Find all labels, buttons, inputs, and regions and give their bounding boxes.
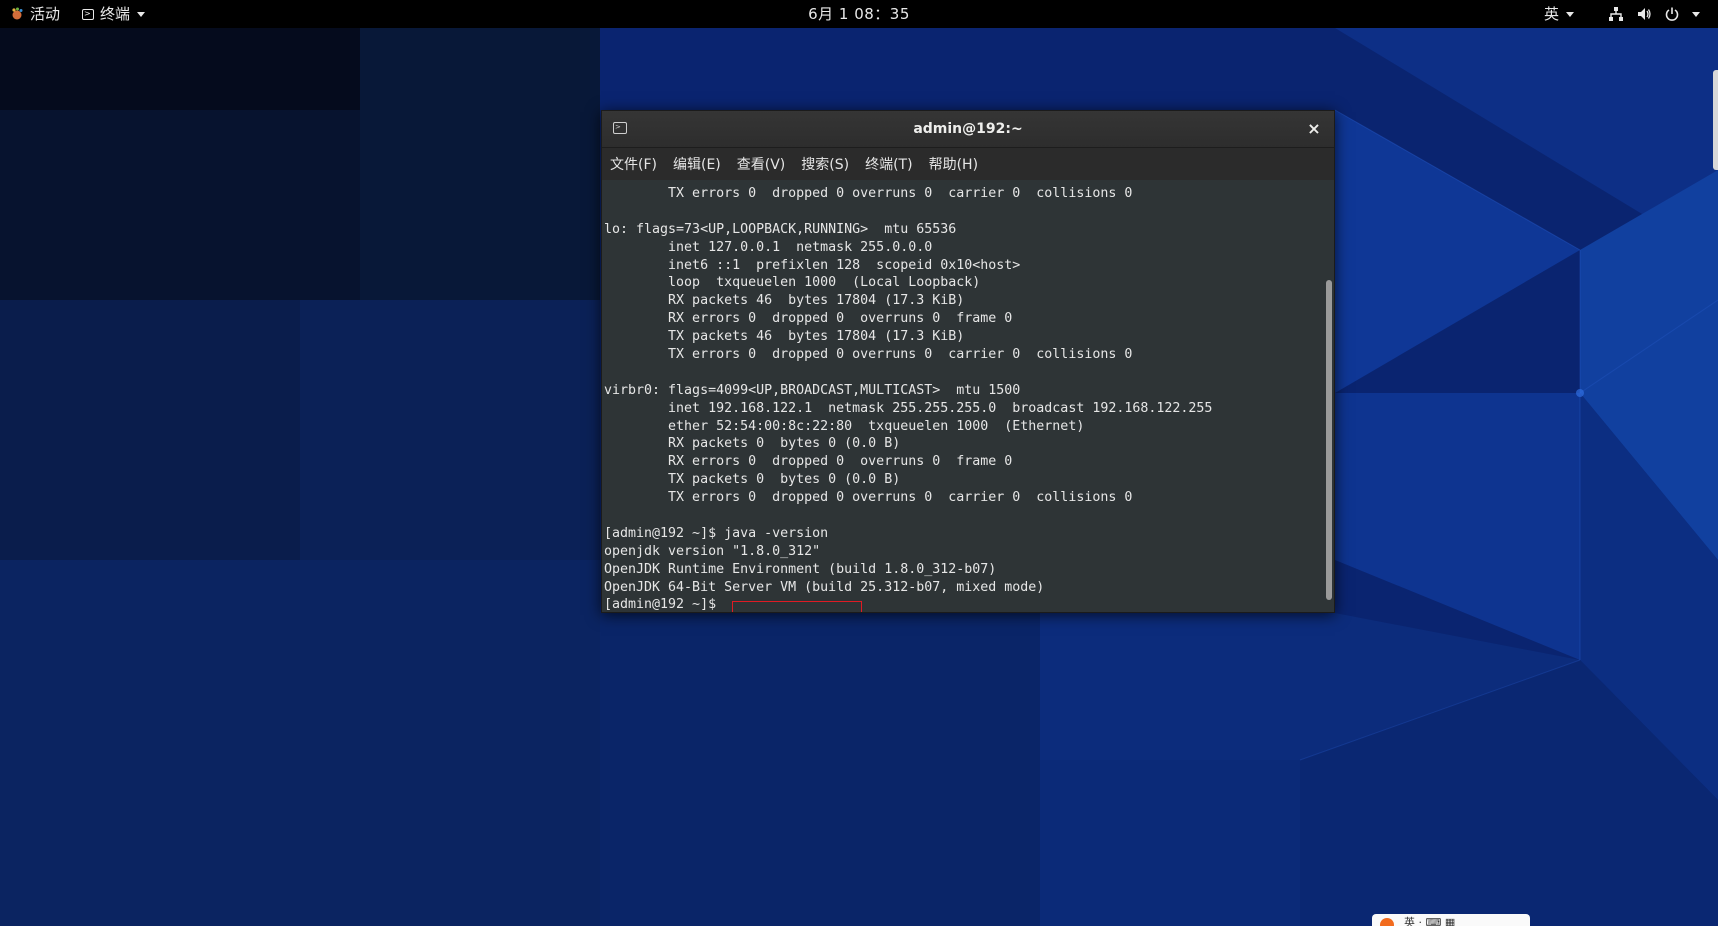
terminal-line: RX packets 0 bytes 0 (0.0 B)	[604, 436, 901, 452]
terminal-line: TX errors 0 dropped 0 overruns 0 carrier…	[604, 347, 1133, 363]
window-titlebar[interactable]: > admin@192:~ ×	[602, 111, 1334, 148]
terminal-line: TX packets 0 bytes 0 (0.0 B)	[604, 472, 901, 488]
edge-handle	[1713, 70, 1718, 170]
menu-file[interactable]: 文件(F)	[610, 154, 657, 174]
terminal-line: openjdk version "1.8.0_312"	[604, 543, 821, 559]
close-button[interactable]: ×	[1304, 119, 1324, 139]
chevron-down-icon	[1692, 11, 1700, 17]
chevron-down-icon	[137, 11, 146, 17]
terminal-line: [admin@192 ~]$ java -version	[604, 525, 829, 541]
app-menu-terminal[interactable]: > 终端	[82, 0, 146, 28]
menu-view[interactable]: 查看(V)	[737, 154, 786, 174]
volume-icon	[1638, 8, 1651, 20]
sogou-icon	[1380, 918, 1394, 926]
terminal-icon: >	[82, 8, 94, 20]
desktop: 活动 > 终端 6月 1 08：35 英 > admin@192:~ × 文件(…	[0, 0, 1718, 926]
terminal-menubar: 文件(F) 编辑(E) 查看(V) 搜索(S) 终端(T) 帮助(H)	[602, 148, 1334, 180]
menu-help[interactable]: 帮助(H)	[929, 154, 978, 174]
terminal-line: TX packets 46 bytes 17804 (17.3 KiB)	[604, 329, 965, 345]
input-method-toolbar[interactable]: 英 · ⌨ ▦	[1372, 914, 1530, 926]
scrollbar-thumb[interactable]	[1326, 280, 1332, 600]
power-icon	[1665, 7, 1679, 21]
input-method-label: 英	[1544, 5, 1560, 23]
app-menu-label: 终端	[100, 5, 131, 23]
terminal-line: TX errors 0 dropped 0 overruns 0 carrier…	[604, 490, 1133, 506]
terminal-line: RX errors 0 dropped 0 overruns 0 frame 0	[604, 311, 1013, 327]
terminal-prompt: [admin@192 ~]$	[604, 597, 725, 612]
chevron-down-icon	[1566, 11, 1575, 17]
terminal-text: TX errors 0 dropped 0 overruns 0 carrier…	[604, 185, 1212, 612]
terminal-line: lo: flags=73<UP,LOOPBACK,RUNNING> mtu 65…	[604, 221, 957, 237]
system-menu[interactable]	[1608, 0, 1700, 28]
clock-label[interactable]: 6月 1 08：35	[808, 0, 910, 28]
terminal-line: OpenJDK 64-Bit Server VM (build 25.312-b…	[604, 579, 1045, 595]
window-title: admin@192:~	[913, 121, 1023, 137]
terminal-line: inet6 ::1 prefixlen 128 scopeid 0x10<hos…	[604, 257, 1021, 273]
network-icon	[1609, 7, 1623, 21]
clock: 6月 1 08：35	[0, 0, 1718, 28]
terminal-line: TX errors 0 dropped 0 overruns 0 carrier…	[604, 186, 1133, 201]
input-method-menu[interactable]: 英	[1544, 0, 1575, 28]
menu-terminal[interactable]: 终端(T)	[865, 154, 912, 174]
terminal-line: OpenJDK Runtime Environment (build 1.8.0…	[604, 561, 997, 577]
terminal-output[interactable]: TX errors 0 dropped 0 overruns 0 carrier…	[602, 180, 1334, 612]
terminal-line: RX errors 0 dropped 0 overruns 0 frame 0	[604, 454, 1013, 470]
input-method-toolbar-text: 英 · ⌨ ▦	[1404, 916, 1456, 926]
top-bar: 活动 > 终端 6月 1 08：35 英	[0, 0, 1718, 28]
menu-search[interactable]: 搜索(S)	[801, 154, 849, 174]
terminal-line: inet 192.168.122.1 netmask 255.255.255.0…	[604, 400, 1213, 416]
scrollbar[interactable]	[1326, 180, 1332, 612]
terminal-line: RX packets 46 bytes 17804 (17.3 KiB)	[604, 293, 965, 309]
activities-button[interactable]: 活动	[10, 0, 60, 28]
gnome-foot-icon	[12, 7, 23, 20]
terminal-window[interactable]: > admin@192:~ × 文件(F) 编辑(E) 查看(V) 搜索(S) …	[601, 110, 1335, 613]
terminal-line: virbr0: flags=4099<UP,BROADCAST,MULTICAS…	[604, 382, 1021, 398]
terminal-line: loop txqueuelen 1000 (Local Loopback)	[604, 275, 981, 291]
menu-edit[interactable]: 编辑(E)	[673, 154, 721, 174]
activities-label: 活动	[30, 5, 61, 23]
terminal-line: inet 127.0.0.1 netmask 255.0.0.0	[604, 239, 933, 255]
terminal-line: ether 52:54:00:8c:22:80 txqueuelen 1000 …	[604, 418, 1085, 434]
